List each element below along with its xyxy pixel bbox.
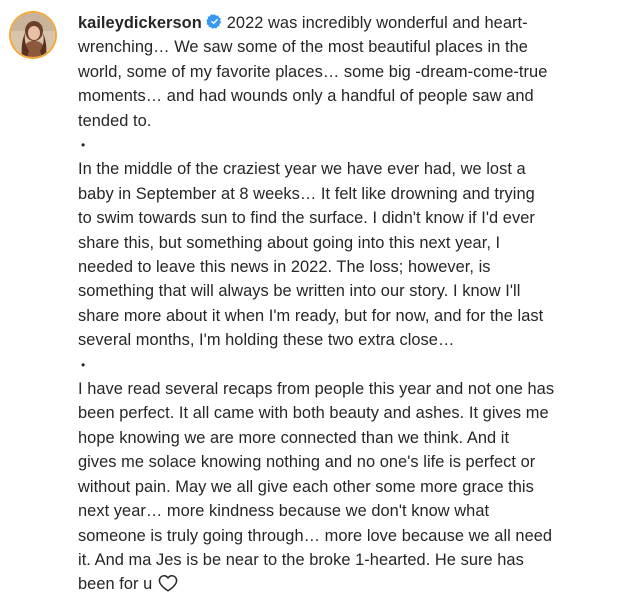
caption-line-24: been for u xyxy=(78,575,153,594)
caption-line-8: baby in September at 8 weeks… It felt li… xyxy=(78,184,535,203)
caption-line-20: without pain. May we all give each other… xyxy=(78,477,534,496)
caption-line-2: wrenching… We saw some of the most beaut… xyxy=(78,38,528,57)
caption-line-10: share this, but something about going in… xyxy=(78,233,501,252)
caption-last-line: been for u xyxy=(78,572,626,596)
instagram-post-caption: kaileydickerson 2022 was incredibly wond… xyxy=(0,0,634,593)
caption-line-5: tended to. xyxy=(78,111,152,130)
caption-line-9: to swim towards sun to find the surface.… xyxy=(78,209,535,228)
caption-first-line: kaileydickerson 2022 was incredibly wond… xyxy=(78,11,626,35)
heart-outline-icon[interactable] xyxy=(158,574,178,592)
caption-line-19: gives me solace knowing nothing and no o… xyxy=(78,453,536,472)
caption-line-21: next year… more kindness because we don'… xyxy=(78,502,490,521)
caption-line-22: someone is truly going through… more lov… xyxy=(78,526,553,545)
caption-line-11: needed to leave this news in 2022. The l… xyxy=(78,258,491,277)
caption-line-7: In the middle of the craziest year we ha… xyxy=(78,160,526,179)
caption-line-23: it. And ma Jes is be near to the broke 1… xyxy=(78,550,524,569)
caption-line-14: several months, I'm holding these two ex… xyxy=(78,331,455,350)
caption-text: kaileydickerson 2022 was incredibly wond… xyxy=(78,11,626,597)
caption-line-16: I have read several recaps from people t… xyxy=(78,380,555,399)
avatar[interactable] xyxy=(11,13,55,57)
profile-avatar xyxy=(11,13,55,57)
caption-line-12: something that will always be written in… xyxy=(78,282,521,301)
bullet-separator: • xyxy=(81,138,86,153)
caption-line-18: hope knowing we are more connected than … xyxy=(78,428,510,447)
caption-line-3: world, some of my favorite places… some … xyxy=(78,62,548,81)
caption-line-13: share more about it when I'm ready, but … xyxy=(78,306,544,325)
bullet-separator: • xyxy=(81,357,86,372)
username-link[interactable]: kaileydickerson xyxy=(78,14,202,32)
caption-line-17: been perfect. It all came with both beau… xyxy=(78,404,549,423)
caption-line-1: 2022 was incredibly wonderful and heart- xyxy=(226,14,528,32)
verified-badge-icon xyxy=(206,13,223,30)
caption-line-4: moments… and had wounds only a handful o… xyxy=(78,87,534,106)
